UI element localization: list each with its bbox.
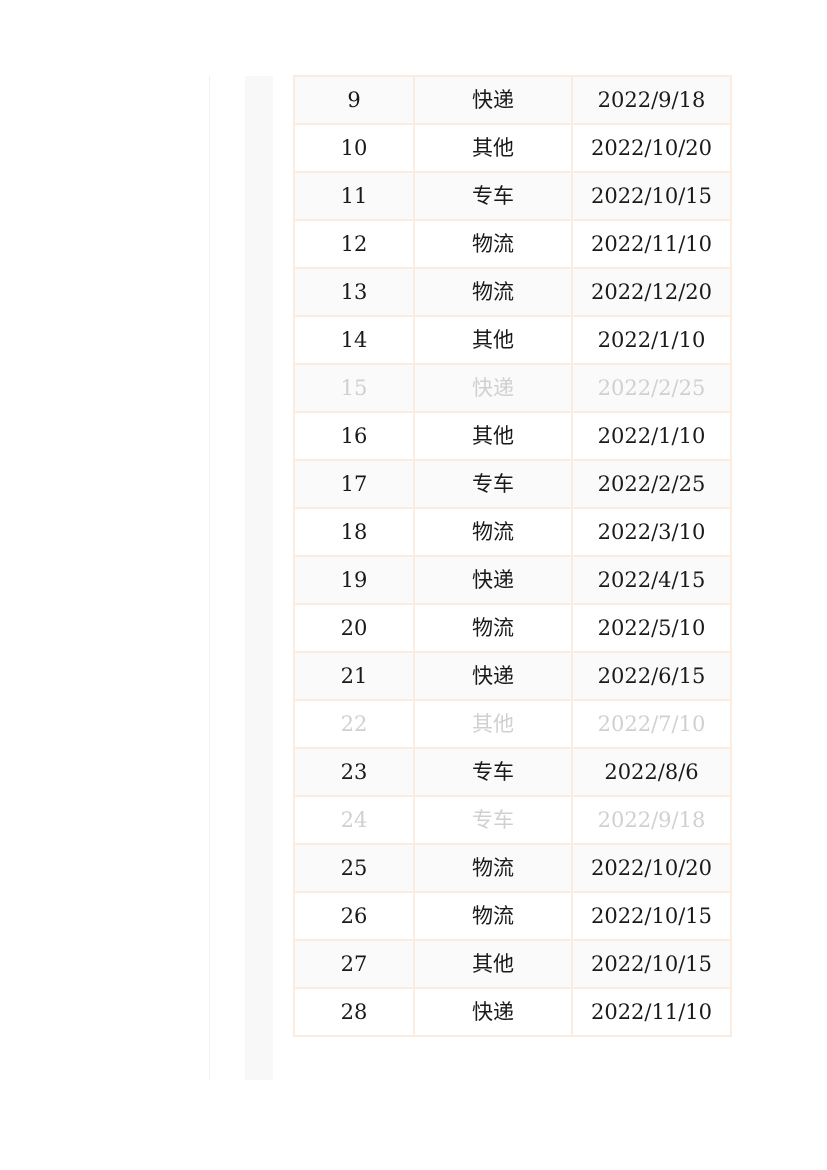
cell-number[interactable]: 9: [293, 75, 415, 125]
table-row[interactable]: 25 物流 2022/10/20: [293, 843, 732, 893]
table-row[interactable]: 27 其他 2022/10/15: [293, 939, 732, 989]
cell-date[interactable]: 2022/1/10: [571, 315, 732, 365]
table-row[interactable]: 11 专车 2022/10/15: [293, 171, 732, 221]
cell-number[interactable]: 17: [293, 459, 415, 509]
cell-number[interactable]: 25: [293, 843, 415, 893]
table-row[interactable]: 19 快递 2022/4/15: [293, 555, 732, 605]
cell-type[interactable]: 物流: [413, 891, 573, 941]
cell-date[interactable]: 2022/2/25: [571, 363, 732, 413]
table-row[interactable]: 21 快递 2022/6/15: [293, 651, 732, 701]
table-row[interactable]: 23 专车 2022/8/6: [293, 747, 732, 797]
cell-type[interactable]: 快递: [413, 555, 573, 605]
cell-number[interactable]: 10: [293, 123, 415, 173]
cell-type[interactable]: 快递: [413, 987, 573, 1037]
cell-type[interactable]: 物流: [413, 507, 573, 557]
cell-date[interactable]: 2022/12/20: [571, 267, 732, 317]
cell-number[interactable]: 27: [293, 939, 415, 989]
cell-date[interactable]: 2022/9/18: [571, 795, 732, 845]
cell-date[interactable]: 2022/1/10: [571, 411, 732, 461]
cell-date[interactable]: 2022/4/15: [571, 555, 732, 605]
table-row[interactable]: 15 快递 2022/2/25: [293, 363, 732, 413]
cell-type[interactable]: 快递: [413, 363, 573, 413]
cell-number[interactable]: 20: [293, 603, 415, 653]
table-row[interactable]: 12 物流 2022/11/10: [293, 219, 732, 269]
cell-type[interactable]: 其他: [413, 939, 573, 989]
cell-date[interactable]: 2022/8/6: [571, 747, 732, 797]
page-margin-line: [209, 76, 210, 1080]
table-row[interactable]: 9 快递 2022/9/18: [293, 75, 732, 125]
cell-date[interactable]: 2022/10/20: [571, 123, 732, 173]
cell-type[interactable]: 快递: [413, 651, 573, 701]
cell-number[interactable]: 13: [293, 267, 415, 317]
cell-date[interactable]: 2022/11/10: [571, 219, 732, 269]
cell-number[interactable]: 18: [293, 507, 415, 557]
cell-type[interactable]: 专车: [413, 747, 573, 797]
cell-number[interactable]: 24: [293, 795, 415, 845]
records-table: 9 快递 2022/9/18 10 其他 2022/10/20 11 专车 2022/10/15…: [293, 75, 732, 1037]
cell-date[interactable]: 2022/3/10: [571, 507, 732, 557]
table-row[interactable]: 22 其他 2022/7/10: [293, 699, 732, 749]
cell-date[interactable]: 2022/5/10: [571, 603, 732, 653]
table-row[interactable]: 16 其他 2022/1/10: [293, 411, 732, 461]
cell-date[interactable]: 2022/10/15: [571, 171, 732, 221]
cell-type[interactable]: 其他: [413, 411, 573, 461]
cell-type[interactable]: 物流: [413, 603, 573, 653]
cell-number[interactable]: 23: [293, 747, 415, 797]
cell-type[interactable]: 物流: [413, 267, 573, 317]
cell-type[interactable]: 物流: [413, 219, 573, 269]
cell-type[interactable]: 专车: [413, 795, 573, 845]
table-row[interactable]: 13 物流 2022/12/20: [293, 267, 732, 317]
cell-type[interactable]: 其他: [413, 699, 573, 749]
table-row[interactable]: 26 物流 2022/10/15: [293, 891, 732, 941]
cell-number[interactable]: 19: [293, 555, 415, 605]
table-body: 9 快递 2022/9/18 10 其他 2022/10/20 11 专车 2022/10/15…: [293, 75, 732, 1037]
cell-number[interactable]: 11: [293, 171, 415, 221]
cell-number[interactable]: 14: [293, 315, 415, 365]
cell-number[interactable]: 12: [293, 219, 415, 269]
cell-date[interactable]: 2022/7/10: [571, 699, 732, 749]
table-row[interactable]: 20 物流 2022/5/10: [293, 603, 732, 653]
table-row[interactable]: 28 快递 2022/11/10: [293, 987, 732, 1037]
cell-type[interactable]: 其他: [413, 315, 573, 365]
table-row[interactable]: 18 物流 2022/3/10: [293, 507, 732, 557]
cell-date[interactable]: 2022/10/20: [571, 843, 732, 893]
cell-type[interactable]: 专车: [413, 171, 573, 221]
table-row[interactable]: 10 其他 2022/10/20: [293, 123, 732, 173]
row-gutter: [245, 76, 273, 1080]
cell-number[interactable]: 21: [293, 651, 415, 701]
cell-number[interactable]: 26: [293, 891, 415, 941]
cell-date[interactable]: 2022/2/25: [571, 459, 732, 509]
cell-type[interactable]: 快递: [413, 75, 573, 125]
cell-type[interactable]: 专车: [413, 459, 573, 509]
cell-type[interactable]: 其他: [413, 123, 573, 173]
table-row[interactable]: 17 专车 2022/2/25: [293, 459, 732, 509]
table-row[interactable]: 14 其他 2022/1/10: [293, 315, 732, 365]
cell-number[interactable]: 22: [293, 699, 415, 749]
cell-date[interactable]: 2022/11/10: [571, 987, 732, 1037]
table-row[interactable]: 24 专车 2022/9/18: [293, 795, 732, 845]
cell-date[interactable]: 2022/10/15: [571, 939, 732, 989]
cell-date[interactable]: 2022/9/18: [571, 75, 732, 125]
cell-number[interactable]: 15: [293, 363, 415, 413]
cell-type[interactable]: 物流: [413, 843, 573, 893]
cell-date[interactable]: 2022/6/15: [571, 651, 732, 701]
cell-number[interactable]: 16: [293, 411, 415, 461]
cell-number[interactable]: 28: [293, 987, 415, 1037]
cell-date[interactable]: 2022/10/15: [571, 891, 732, 941]
